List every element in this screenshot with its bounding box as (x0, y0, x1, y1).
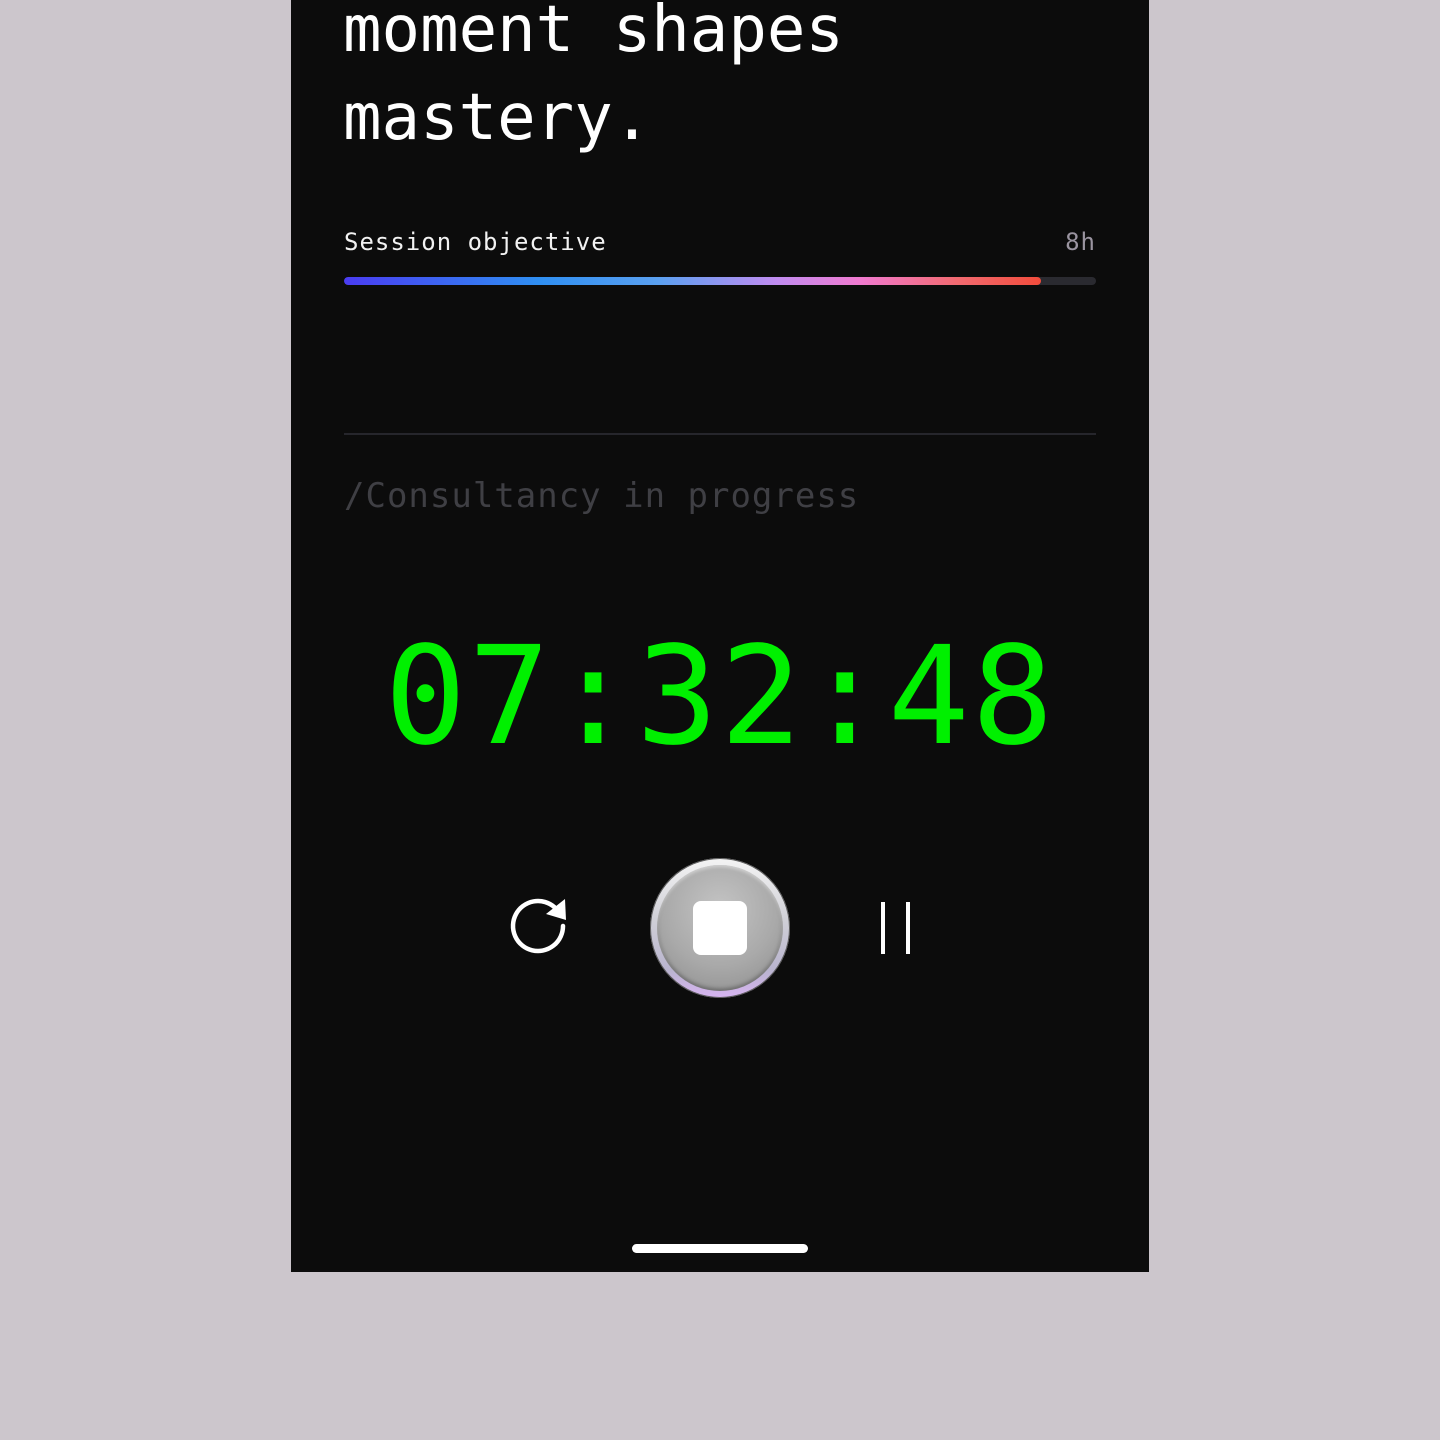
stop-button[interactable] (650, 858, 790, 998)
app-screen: moment shapes mastery. Session objective… (291, 0, 1149, 1272)
session-status-text: /Consultancy in progress (344, 476, 860, 516)
headline-line-1: moment shapes (343, 0, 844, 67)
pause-button[interactable] (869, 898, 925, 958)
pause-icon-bar-left (881, 902, 885, 954)
session-objective-label: Session objective (344, 228, 607, 256)
headline: moment shapes mastery. (343, 0, 1103, 162)
session-progress-fill (344, 277, 1042, 285)
pause-icon-bar-right (906, 902, 910, 954)
reset-button[interactable] (509, 893, 575, 959)
headline-line-2: mastery. (343, 81, 652, 155)
elapsed-timer: 07:32:48 (384, 618, 1056, 776)
divider (344, 433, 1096, 435)
session-objective-row: Session objective 8h (344, 226, 1096, 258)
session-objective-target: 8h (1065, 228, 1096, 256)
reset-icon (510, 898, 566, 954)
stop-button-face (657, 865, 783, 991)
home-indicator[interactable] (632, 1244, 808, 1253)
session-progress-bar (344, 277, 1096, 285)
stop-icon (693, 901, 747, 955)
